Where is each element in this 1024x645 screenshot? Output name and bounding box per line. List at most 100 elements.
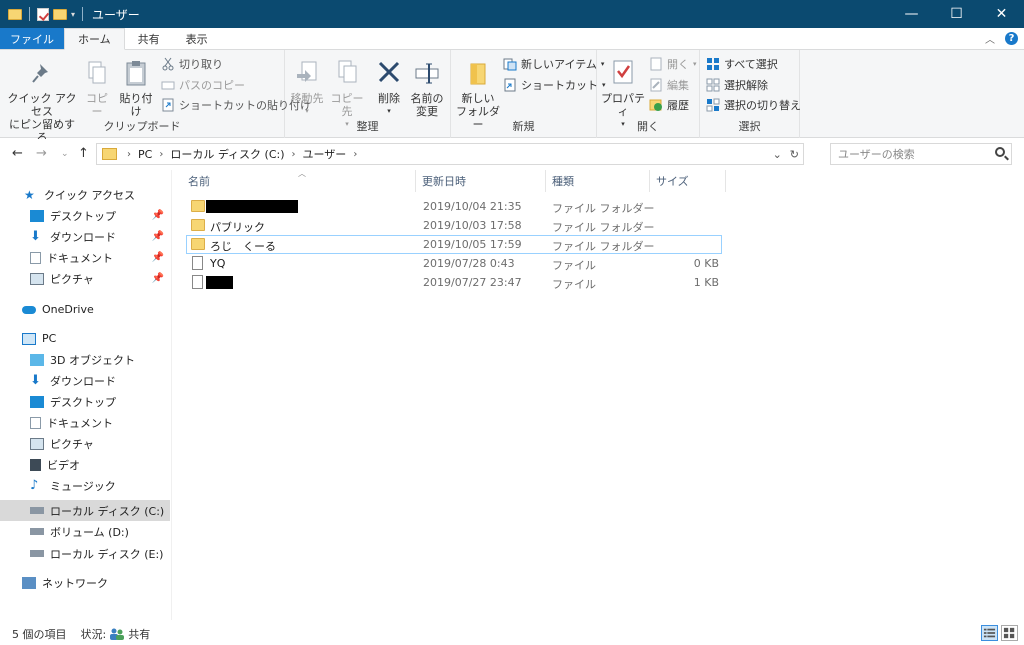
folder-icon bbox=[191, 238, 205, 250]
breadcrumb-pc[interactable]: PC bbox=[138, 148, 152, 161]
sidebar-item-onedrive[interactable]: OneDrive bbox=[0, 299, 170, 320]
breadcrumb-separator-icon[interactable]: › bbox=[292, 149, 296, 160]
sidebar-item-music[interactable]: ♪ ミュージック bbox=[0, 475, 170, 496]
sidebar-item-pictures[interactable]: ピクチャ 📌 bbox=[0, 268, 170, 289]
address-bar[interactable]: › PC › ローカル ディスク (C:) › ユーザー › ⌄ ↻ bbox=[96, 143, 804, 165]
tab-share[interactable]: 共有 bbox=[125, 28, 173, 49]
column-header-modified[interactable]: 更新日時 bbox=[416, 170, 546, 192]
table-row[interactable]: パブリック 2019/10/03 17:58 ファイル フォルダー bbox=[186, 216, 722, 235]
sidebar-item-label: クイック アクセス bbox=[44, 188, 135, 202]
redacted-name bbox=[206, 276, 233, 289]
sidebar-item-volume-d[interactable]: ボリューム (D:) bbox=[0, 521, 170, 542]
shortcut-icon bbox=[504, 78, 516, 92]
delete-label: 削除 bbox=[378, 92, 400, 105]
sidebar-item-videos[interactable]: ビデオ bbox=[0, 454, 170, 475]
select-all-button[interactable]: すべて選択 bbox=[706, 56, 778, 72]
copy-to-label: コピー先 bbox=[330, 92, 364, 118]
sidebar-item-desktop[interactable]: デスクトップ 📌 bbox=[0, 205, 170, 226]
file-icon bbox=[192, 275, 203, 289]
easy-access-button[interactable]: ショートカット ▾ bbox=[503, 77, 606, 93]
sidebar-item-documents[interactable]: ドキュメント 📌 bbox=[0, 247, 170, 268]
tab-home[interactable]: ホーム bbox=[64, 28, 125, 50]
rename-button[interactable]: 名前の 変更 bbox=[409, 58, 445, 118]
table-row[interactable]: 2019/10/04 21:35 ファイル フォルダー bbox=[186, 197, 722, 216]
breadcrumb-local-disk-c[interactable]: ローカル ディスク (C:) bbox=[170, 146, 284, 162]
close-button[interactable]: ✕ bbox=[979, 0, 1024, 28]
invert-selection-label: 選択の切り替え bbox=[724, 99, 801, 112]
breadcrumb-users[interactable]: ユーザー bbox=[303, 146, 347, 162]
dropdown-arrow-icon: ▾ bbox=[305, 107, 309, 115]
column-header-size[interactable]: サイズ bbox=[650, 170, 726, 192]
sidebar-item-local-disk-e[interactable]: ローカル ディスク (E:) bbox=[0, 543, 170, 564]
title-bar: ▾ ユーザー — ☐ ✕ bbox=[0, 0, 1024, 28]
sidebar-item-pc[interactable]: PC bbox=[0, 328, 170, 349]
dropdown-arrow-icon: ▾ bbox=[693, 60, 697, 68]
table-row[interactable]: YQ 2019/07/28 0:43 ファイル 0 KB bbox=[186, 254, 722, 273]
history-button[interactable]: 履歴 bbox=[649, 97, 689, 113]
invert-selection-button[interactable]: 選択の切り替え bbox=[706, 97, 801, 113]
sidebar-item-pc-documents[interactable]: ドキュメント bbox=[0, 412, 170, 433]
maximize-button[interactable]: ☐ bbox=[934, 0, 979, 28]
up-arrow-icon[interactable]: ↑ bbox=[78, 146, 89, 161]
sidebar-item-pc-desktop[interactable]: デスクトップ bbox=[0, 391, 170, 412]
copy-to-icon bbox=[338, 60, 357, 83]
new-item-icon bbox=[503, 58, 517, 71]
tab-file[interactable]: ファイル bbox=[0, 28, 64, 49]
back-arrow-icon[interactable]: ← bbox=[12, 146, 23, 161]
column-header-type[interactable]: 種類 bbox=[546, 170, 650, 192]
collapse-ribbon-icon[interactable]: ︿ bbox=[985, 31, 995, 46]
open-button[interactable]: 開く ▾ bbox=[649, 56, 697, 72]
new-item-button[interactable]: 新しいアイテム ▾ bbox=[503, 56, 604, 72]
sidebar-item-label: ドキュメント bbox=[47, 251, 113, 265]
pin-label-1: クイック アクセス bbox=[7, 92, 77, 118]
drive-icon bbox=[30, 550, 44, 557]
search-input[interactable]: ユーザーの検索 bbox=[838, 146, 915, 162]
shared-users-icon bbox=[110, 628, 125, 640]
details-view-icon bbox=[983, 628, 996, 638]
search-icon[interactable] bbox=[995, 147, 1005, 157]
sidebar-item-downloads[interactable]: ⬇ ダウンロード 📌 bbox=[0, 226, 170, 247]
delete-button[interactable]: 削除 ▾ bbox=[371, 58, 407, 118]
tab-view[interactable]: 表示 bbox=[173, 28, 221, 49]
paste-button[interactable]: 貼り付け bbox=[116, 58, 156, 118]
breadcrumb-separator-icon[interactable]: › bbox=[353, 149, 357, 160]
sidebar-item-pc-pictures[interactable]: ピクチャ bbox=[0, 433, 170, 454]
sidebar-item-network[interactable]: ネットワーク bbox=[0, 572, 170, 593]
help-icon[interactable]: ? bbox=[1005, 32, 1018, 45]
address-history-chevron-icon[interactable]: ⌄ bbox=[773, 148, 782, 161]
column-header-name[interactable]: 名前 bbox=[182, 170, 416, 192]
cut-button[interactable]: 切り取り bbox=[161, 56, 223, 72]
minimize-button[interactable]: — bbox=[889, 0, 934, 28]
recent-locations-icon[interactable]: ⌄ bbox=[61, 149, 69, 159]
copy-path-button[interactable]: パスのコピー bbox=[161, 77, 245, 93]
breadcrumb-separator-icon[interactable]: › bbox=[159, 149, 163, 160]
new-folder-icon bbox=[470, 63, 486, 85]
sidebar-item-pc-downloads[interactable]: ⬇ ダウンロード bbox=[0, 370, 170, 391]
table-row[interactable]: 2019/07/27 23:47 ファイル 1 KB bbox=[186, 273, 722, 292]
folder-icon bbox=[191, 219, 205, 231]
breadcrumb-separator-icon[interactable]: › bbox=[127, 149, 131, 160]
file-name: YQ bbox=[210, 257, 226, 270]
copy-path-label: パスのコピー bbox=[179, 79, 245, 92]
edit-button[interactable]: 編集 bbox=[649, 77, 689, 93]
file-modified: 2019/07/28 0:43 bbox=[423, 257, 515, 270]
edit-icon bbox=[650, 78, 662, 92]
paste-shortcut-icon bbox=[162, 98, 174, 112]
table-row[interactable]: ろじ くーる 2019/10/05 17:59 ファイル フォルダー bbox=[186, 235, 722, 254]
details-view-button[interactable] bbox=[981, 625, 998, 641]
state-label: 状況: bbox=[80, 627, 107, 641]
properties-quick-icon[interactable] bbox=[37, 7, 49, 21]
refresh-icon[interactable]: ↻ bbox=[790, 148, 799, 161]
select-none-button[interactable]: 選択解除 bbox=[706, 77, 768, 93]
customize-quick-access-icon[interactable]: ▾ bbox=[71, 10, 75, 19]
large-icons-view-button[interactable] bbox=[1001, 625, 1018, 641]
new-folder-quick-icon[interactable] bbox=[53, 8, 67, 20]
forward-arrow-icon[interactable]: → bbox=[36, 146, 47, 161]
sidebar-item-3d-objects[interactable]: 3D オブジェクト bbox=[0, 349, 170, 370]
copy-button[interactable]: コピー bbox=[82, 58, 112, 118]
sidebar-item-label: OneDrive bbox=[42, 303, 94, 316]
sidebar-item-quick-access[interactable]: ★ クイック アクセス bbox=[0, 184, 170, 205]
sidebar-item-local-disk-c[interactable]: ローカル ディスク (C:) bbox=[0, 500, 170, 521]
search-box[interactable]: ユーザーの検索 bbox=[830, 143, 1012, 165]
move-to-button[interactable]: 移動先 ▾ bbox=[289, 58, 325, 118]
